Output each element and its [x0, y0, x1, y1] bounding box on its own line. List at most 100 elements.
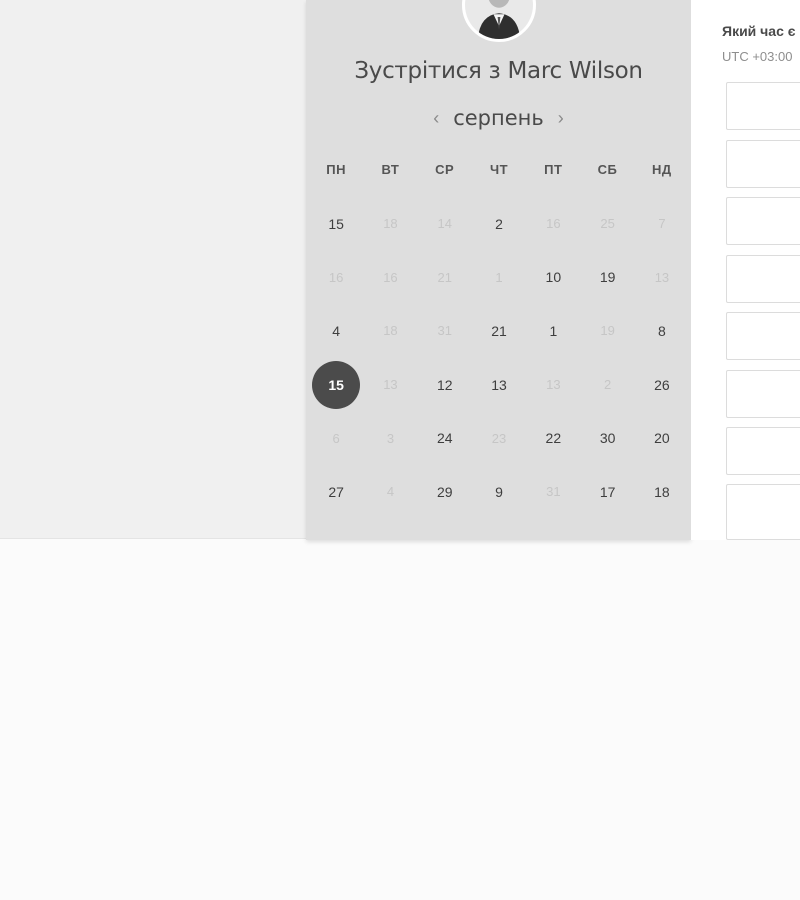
calendar-day[interactable]: 12 [418, 358, 472, 412]
calendar-day[interactable]: 18 [635, 465, 689, 519]
calendar-day-number: 2 [495, 215, 503, 232]
calendar-day-number: 8 [658, 322, 666, 339]
host-avatar [462, 0, 536, 42]
calendar-day-number: 13 [654, 269, 670, 285]
time-slot-button[interactable] [726, 427, 800, 475]
calendar-day: 18 [363, 197, 417, 251]
calendar-day-number: 27 [328, 483, 344, 500]
calendar-day-number: 14 [437, 216, 452, 232]
calendar-day-number: 21 [437, 269, 452, 285]
month-label: серпень [453, 106, 544, 130]
time-slot-button[interactable] [726, 312, 800, 360]
time-slots-panel: Який час є UTC +03:00 [691, 0, 800, 540]
time-slot-button[interactable] [726, 255, 800, 303]
calendar-day[interactable]: 2 [472, 197, 526, 251]
calendar-day-number: 1 [549, 322, 558, 339]
calendar-day-number: 4 [386, 484, 395, 500]
time-slot-button[interactable] [726, 370, 800, 418]
calendar-day[interactable]: 13 [472, 358, 526, 412]
calendar-day[interactable]: 27 [309, 465, 363, 519]
calendar-day-number: 30 [599, 430, 616, 447]
calendar-day: 16 [309, 251, 363, 305]
calendar-day-number: 17 [599, 483, 616, 500]
calendar-day: 16 [526, 197, 580, 251]
calendar-day-number: 2 [604, 377, 612, 393]
calendar-day-number: 10 [545, 269, 562, 286]
calendar-day-number: 18 [383, 216, 398, 232]
calendar-day-number: 16 [546, 216, 561, 232]
calendar-day: 13 [526, 358, 580, 412]
calendar-day[interactable]: 22 [526, 411, 580, 465]
weekday-label: СР [435, 162, 455, 177]
calendar-day: 3 [363, 411, 417, 465]
calendar-day[interactable]: 26 [635, 358, 689, 412]
weekday-label: ПТ [544, 162, 563, 177]
calendar-day-number: 9 [495, 483, 503, 500]
calendar-day-number: 26 [654, 376, 670, 393]
calendar-day: 13 [635, 251, 689, 305]
month-navigation: ‹ серпень › [306, 104, 691, 132]
weekday-label: НД [652, 162, 672, 177]
calendar-day-number: 16 [328, 269, 344, 285]
calendar-day: 31 [526, 465, 580, 519]
calendar-day: 1 [472, 251, 526, 305]
chevron-left-icon[interactable]: ‹ [433, 109, 439, 127]
calendar-day-number: 12 [436, 376, 453, 393]
calendar-day[interactable]: 4 [309, 304, 363, 358]
calendar-day: 7 [635, 197, 689, 251]
calendar-day[interactable]: 8 [635, 304, 689, 358]
calendar-day: 18 [363, 304, 417, 358]
weekday-header: ПН ВТ СР ЧТ ПТ СБ НД [309, 162, 689, 177]
calendar-day[interactable]: 9 [472, 465, 526, 519]
time-slot-button[interactable] [726, 484, 800, 540]
calendar-day: 25 [580, 197, 634, 251]
calendar-day-number: 23 [491, 430, 507, 446]
calendar-day[interactable]: 24 [418, 411, 472, 465]
calendar-day: 31 [418, 304, 472, 358]
calendar-day-number: 29 [436, 483, 453, 500]
calendar-day: 19 [580, 304, 634, 358]
calendar-day-number: 31 [546, 484, 561, 500]
calendar-day-number: 15 [328, 215, 344, 232]
calendar-day[interactable]: 10 [526, 251, 580, 305]
calendar-day-number: 13 [546, 377, 561, 393]
calendar-day-number: 22 [545, 430, 562, 447]
time-slot-button[interactable] [726, 82, 800, 130]
calendar-day: 6 [309, 411, 363, 465]
calendar-day-number: 20 [654, 430, 670, 447]
calendar-day: 16 [363, 251, 417, 305]
time-slot-button[interactable] [726, 140, 800, 188]
calendar-day[interactable]: 17 [580, 465, 634, 519]
time-question-heading: Який час є [722, 23, 796, 39]
calendar-day-number: 25 [600, 216, 615, 232]
calendar-day[interactable]: 30 [580, 411, 634, 465]
calendar-days-grid: 15 18 14 2 16 25 7 16 16 21 1 10 19 13 4 18 31 21 1 19 8 15 13… [309, 197, 689, 519]
calendar-day-number: 21 [491, 322, 507, 339]
calendar-day[interactable]: 21 [472, 304, 526, 358]
calendar-day: 23 [472, 411, 526, 465]
weekday-label: ЧТ [489, 162, 509, 177]
calendar-day-number: 7 [658, 216, 666, 232]
calendar-day-number: 6 [332, 430, 340, 446]
calendar-day-selected[interactable]: 15 [309, 358, 363, 412]
calendar-day[interactable]: 20 [635, 411, 689, 465]
time-slot-button[interactable] [726, 197, 800, 245]
calendar-day: 13 [363, 358, 417, 412]
calendar-day-number: 16 [383, 269, 398, 285]
calendar-day: 2 [580, 358, 634, 412]
calendar-day-number: 18 [654, 483, 670, 500]
calendar-day-number: 24 [436, 430, 453, 447]
calendar-day-number: 3 [386, 430, 395, 446]
calendar-day[interactable]: 29 [418, 465, 472, 519]
calendar-day[interactable]: 15 [309, 197, 363, 251]
calendar-day-number: 15 [312, 360, 361, 409]
timezone-label[interactable]: UTC +03:00 [722, 49, 792, 64]
calendar-day[interactable]: 1 [526, 304, 580, 358]
weekday-label: ПН [326, 162, 346, 177]
calendar-day[interactable]: 19 [580, 251, 634, 305]
calendar-day-number: 1 [495, 269, 503, 285]
chevron-right-icon[interactable]: › [558, 109, 564, 127]
calendar-day: 4 [363, 465, 417, 519]
calendar-day-number: 13 [383, 377, 398, 393]
weekday-label: СБ [597, 162, 618, 177]
